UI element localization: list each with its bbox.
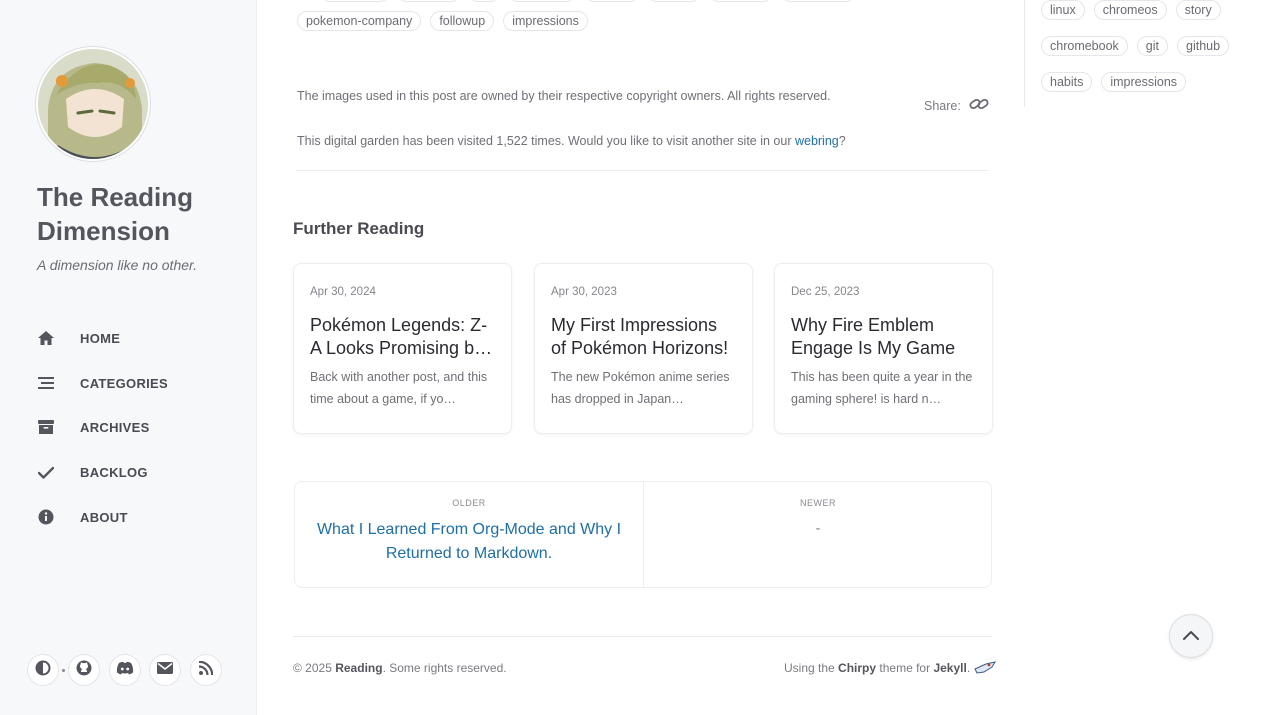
tag-partial[interactable] [468,0,500,2]
image-copyright-note: The images used in this post are owned b… [297,89,831,103]
nav-label-backlog: BACKLOG [80,464,148,480]
post-navigation: OLDER What I Learned From Org-Mode and W… [294,481,992,588]
post-tags: pokemon-company followup impressions [297,11,588,31]
rss-icon [198,660,214,680]
footer-divider [293,636,992,637]
jekyll-logo-icon [974,661,997,675]
card-title: Pokémon Legends: Z-A Looks Promising b… [310,315,493,358]
card-date: Apr 30, 2023 [551,286,617,298]
card-excerpt: The new Pokémon anime series has dropped… [551,370,730,406]
post-tag[interactable]: pokemon-company [297,11,422,31]
post-tag[interactable]: impressions [503,11,588,31]
theme-toggle-button[interactable] [28,655,58,685]
github-link[interactable] [69,655,99,685]
divider [296,170,988,171]
tag-partial[interactable] [647,0,701,2]
tag-partial[interactable] [508,0,576,2]
site-title[interactable]: The Reading Dimension [37,180,237,248]
email-link[interactable] [150,655,180,685]
nav-label-home: HOME [80,330,121,346]
visit-counter-text: This digital garden has been visited 1,5… [297,134,846,148]
panel-tag[interactable]: habits [1041,72,1093,92]
older-post-link[interactable]: What I Learned From Org-Mode and Why I R… [309,518,629,566]
card-excerpt: Back with another post, and this time ab… [310,370,488,406]
related-post-card[interactable]: Dec 25, 2023 Why Fire Emblem Engage Is M… [774,263,993,434]
footer-credits: Using the Chirpy theme for Jekyll. [784,661,997,675]
visit-suffix: ? [838,134,846,148]
panel-tag[interactable]: linux [1041,0,1085,20]
panel-tag[interactable]: github [1177,36,1230,56]
archive-icon [37,418,55,436]
panel-tag[interactable]: chromeos [1093,0,1167,20]
share-label: Share: [924,98,961,113]
panel-border [1024,0,1025,107]
visit-prefix: This digital garden has been visited 1,5… [297,134,795,148]
rss-link[interactable] [191,655,221,685]
info-circle-icon [37,508,55,526]
nav-label-categories: CATEGORIES [80,375,168,391]
panel-tag[interactable]: impressions [1101,72,1187,92]
nav-label-archives: ARCHIVES [80,419,150,435]
older-label: OLDER [452,498,486,508]
theme-toggle-icon [35,660,51,681]
card-date: Dec 25, 2023 [791,286,860,298]
nav-item-archives[interactable]: ARCHIVES [37,413,237,441]
card-title: Why Fire Emblem Engage Is My Game … [791,315,956,358]
nav-item-categories[interactable]: CATEGORIES [37,369,237,397]
tag-partial[interactable] [397,0,461,2]
post-tag[interactable]: followup [430,11,495,31]
discord-icon [116,661,134,680]
tag-partial[interactable] [709,0,773,2]
related-post-card[interactable]: Apr 30, 2024 Pokémon Legends: Z-A Looks … [293,263,512,434]
webring-link[interactable]: webring [795,134,839,148]
newer-post-placeholder: - [815,520,821,537]
site-subtitle: A dimension like no other. [37,257,198,273]
related-post-card[interactable]: Apr 30, 2023 My First Impressions of Pok… [534,263,753,434]
separator-dot [62,669,65,672]
credits-period: . [966,661,971,675]
nav-item-backlog[interactable]: BACKLOG [37,458,237,486]
copyright-prefix: © 2025 [293,661,336,675]
nav-label-about: ABOUT [80,509,128,525]
stream-icon [37,374,55,392]
share-section: Share: [924,96,989,115]
card-excerpt: This has been quite a year in the gaming… [791,370,973,406]
email-icon [157,661,173,679]
footer-copyright: © 2025 Reading. Some rights reserved. [293,661,507,675]
link-icon[interactable] [969,96,989,115]
card-date: Apr 30, 2024 [310,286,376,298]
card-title: My First Impressions of Pokémon Horizons… [551,315,729,358]
sidebar: The Reading Dimension A dimension like n… [0,0,257,715]
tag-partial[interactable] [320,0,390,2]
nav-item-home[interactable]: HOME [37,324,237,352]
panel-tag[interactable]: chromebook [1041,36,1128,56]
check-icon [37,463,55,481]
back-to-top-button[interactable] [1169,614,1213,658]
credits-using: Using the [784,661,835,675]
credits-theme-for: theme for [879,661,931,675]
panel-tag[interactable]: story [1175,0,1221,20]
jekyll-link[interactable]: Jekyll [933,661,966,675]
tag-partial[interactable] [781,0,855,2]
tag-partial[interactable] [585,0,639,2]
copyright-suffix: . Some rights reserved. [382,661,507,675]
chirpy-link[interactable]: Chirpy [838,661,876,675]
home-icon [37,329,55,347]
newer-label: NEWER [800,498,836,508]
nav-item-about[interactable]: ABOUT [37,503,237,531]
discord-link[interactable] [110,655,140,685]
avatar[interactable] [36,47,150,161]
panel-tag[interactable]: git [1136,36,1168,56]
further-reading-title: Further Reading [293,219,425,238]
github-icon [76,660,92,681]
site-name-link[interactable]: Reading [335,661,382,675]
chevron-up-icon [1183,627,1199,645]
